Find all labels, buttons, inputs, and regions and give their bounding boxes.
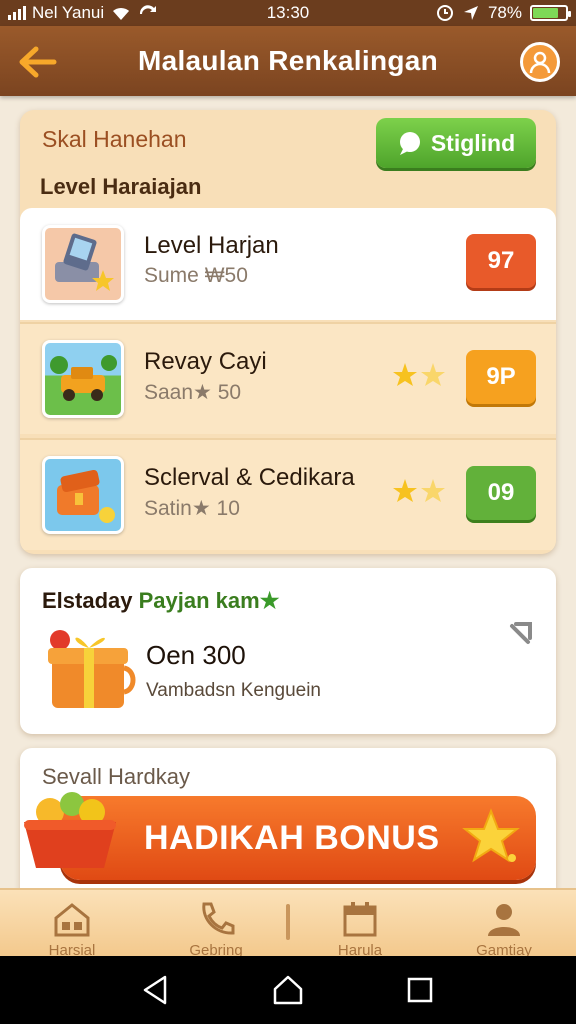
battery-fill [533,8,558,18]
fruit-basket-icon [24,792,116,868]
arrow-left-icon[interactable] [16,42,60,82]
panel-heading: Level Haraiajan [40,174,202,199]
reward-card[interactable]: Elstaday Payjan kam★ Oen 300 Vambadsn Ke… [20,568,556,734]
arrow-icon[interactable] [508,618,536,646]
nav-item-calendar[interactable]: Harula [288,890,432,956]
nav-item-phone[interactable]: Gebring [144,890,288,956]
battery-icon [530,5,571,21]
level-badge[interactable]: 97 [466,234,536,288]
nav-divider [286,904,290,940]
panel-subtitle: Skal Hanehan [42,126,187,152]
home-icon [54,903,90,937]
star-icon [393,363,417,386]
person-icon [488,904,520,936]
level-subtitle: Saan★ 50 [144,381,242,404]
reward-description: Vambadsn Kenguein [146,680,321,701]
nav-label: Gamtiay [476,942,532,956]
system-nav [0,956,576,1024]
star-icon [393,479,417,502]
calendar-icon [343,902,377,937]
nav-item-home[interactable]: Harsial [0,890,144,956]
stiglind-label: Stiglind [430,129,516,156]
home-outline-icon[interactable] [271,973,305,1007]
alarm-icon [436,5,453,21]
level-thumbnail [42,225,124,303]
chest-icon [57,469,115,523]
location-icon [463,6,478,20]
level-badge[interactable]: 09 [466,466,536,520]
user-icon [529,51,551,74]
nav-label: Harula [337,942,383,956]
bonus-label: HADIKAH BONUS [144,818,440,857]
carrier-name: Nel Yanui [32,3,105,22]
phone-icon [202,902,235,935]
status-bar: Nel Yanui 13:30 78% [0,0,576,26]
level-badge[interactable]: 9P [466,350,536,404]
nav-item-profile[interactable]: Gamtiay [432,890,576,956]
reward-title-highlight: Payjan kam [138,588,260,613]
device-icon [55,233,114,291]
level-thumbnail [42,456,124,534]
recent-apps-icon[interactable] [403,973,437,1007]
battery-percent: 78% [487,3,522,22]
sync-icon [140,5,157,14]
star-rating [392,478,446,504]
nav-label: Harsial [48,942,96,956]
chat-icon [399,132,420,155]
star-rating [392,362,446,388]
star-icon [462,808,520,863]
app-header: Malaulan Renkalingan [0,26,576,96]
level-subtitle: Sume ₩50 [144,264,248,287]
stiglind-button[interactable]: Stiglind [376,118,536,168]
bonus-card: Sevall Hardkay HADIKAH BONUS [20,748,556,908]
reward-title: Elstaday Payjan kam★ [42,588,279,614]
level-thumbnail [42,340,124,418]
level-name: Revay Cayi [144,348,267,375]
gift-icon [48,630,136,708]
level-name: Sclerval & Cedikara [144,464,355,491]
levels-panel: Skal Hanehan Level Haraiajan Stiglind Le… [20,110,556,554]
level-name: Level Harjan [144,232,279,259]
star-icon [421,363,445,386]
wifi-icon [113,7,130,21]
star-icon [421,479,445,502]
star-icon: ★ [259,588,280,613]
bonus-button[interactable]: HADIKAH BONUS [60,796,536,880]
nav-label: Gebring [189,942,243,956]
signal-icon [8,6,26,20]
reward-amount: Oen 300 [146,640,246,670]
jeep-icon [50,355,117,401]
level-row[interactable]: Sclerval & Cedikara Satin★ 10 09 [20,438,556,550]
profile-button[interactable] [520,42,560,82]
bottom-nav: Harsial Gebring Harula Gamtiay [0,888,576,956]
back-triangle-icon[interactable] [139,973,173,1007]
reward-title-main: Elstaday [42,588,139,613]
level-row[interactable]: Level Harjan Sume ₩50 97 [20,208,556,320]
level-row[interactable]: Revay Cayi Saan★ 50 9P [20,322,556,434]
page-title: Malaulan Renkalingan [137,45,439,76]
level-subtitle: Satin★ 10 [144,497,240,520]
